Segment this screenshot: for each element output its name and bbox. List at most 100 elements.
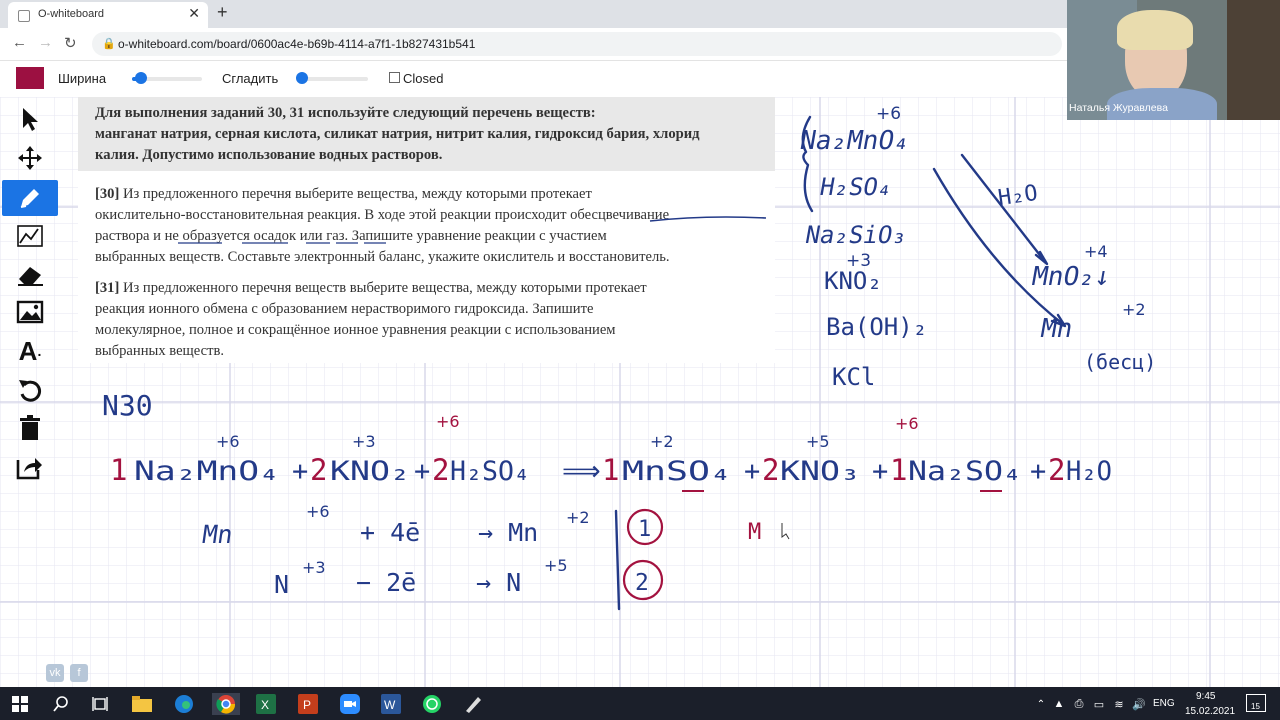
vk-icon[interactable]: vk bbox=[46, 664, 64, 682]
trash-icon[interactable] bbox=[2, 410, 58, 446]
url-text: o-whiteboard.com/board/0600ac4e-b69b-411… bbox=[118, 37, 476, 51]
svg-text:+2: +2 bbox=[566, 508, 590, 527]
search-icon[interactable] bbox=[50, 693, 72, 715]
svg-text:Na₂SiO₃: Na₂SiO₃ bbox=[803, 221, 909, 249]
svg-text:1: 1 bbox=[110, 453, 127, 487]
svg-text:Ba(OH)₂: Ba(OH)₂ bbox=[826, 313, 927, 341]
share-icon[interactable] bbox=[2, 449, 58, 485]
svg-text:M: M bbox=[748, 520, 761, 545]
url-field[interactable]: 🔒 o-whiteboard.com/board/0600ac4e-b69b-4… bbox=[92, 32, 1062, 56]
facebook-icon[interactable]: f bbox=[70, 664, 88, 682]
paint-tool-icon[interactable] bbox=[462, 693, 484, 715]
task-view-icon[interactable] bbox=[89, 693, 111, 715]
whiteboard-canvas[interactable]: Для выполнения заданий 30, 31 используйт… bbox=[0, 97, 1280, 687]
browser-tab[interactable]: O-whiteboard ✕ bbox=[8, 2, 208, 28]
svg-text:+: + bbox=[414, 456, 430, 487]
handwritten-annotations: Na₂MnO₄ +6 H₂SO₄ Na₂SiO₃ +3 KNO₂ Ba(OH)₂… bbox=[102, 104, 1156, 611]
edge-icon[interactable] bbox=[173, 693, 195, 715]
svg-text:+: + bbox=[1030, 456, 1046, 487]
smooth-slider-knob[interactable] bbox=[296, 72, 308, 84]
word-icon[interactable]: W bbox=[380, 693, 402, 715]
forward-icon[interactable]: → bbox=[38, 34, 53, 51]
svg-text:+6: +6 bbox=[876, 104, 901, 124]
smooth-slider[interactable] bbox=[296, 72, 368, 84]
svg-text:P: P bbox=[303, 698, 311, 712]
svg-text:N: N bbox=[274, 570, 289, 599]
chrome-icon[interactable] bbox=[212, 693, 240, 715]
svg-text:H₂O: H₂O bbox=[1066, 456, 1112, 487]
reload-icon[interactable]: ↻ bbox=[64, 34, 77, 52]
pen-icon[interactable] bbox=[2, 180, 58, 216]
svg-text:Mn: Mn bbox=[1038, 314, 1075, 344]
svg-text:+3: +3 bbox=[302, 558, 326, 577]
move-icon[interactable] bbox=[2, 140, 58, 176]
svg-text:MnSO₄: MnSO₄ bbox=[622, 456, 732, 487]
volume-icon[interactable]: 🔊 bbox=[1128, 693, 1150, 715]
zoom-icon[interactable] bbox=[339, 693, 361, 715]
taskbar: X P W ⌃ ▲ ⎙ ▭ ≋ 🔊 bbox=[0, 687, 1280, 720]
svg-text:2: 2 bbox=[635, 570, 649, 596]
task-number-ink: N30 bbox=[102, 389, 153, 422]
svg-text:+3: +3 bbox=[352, 432, 376, 451]
svg-text:1: 1 bbox=[638, 517, 651, 542]
svg-text:⟹: ⟹ bbox=[562, 456, 601, 487]
svg-text:+6: +6 bbox=[216, 432, 240, 451]
google-drive-icon[interactable]: ▲ bbox=[1048, 693, 1070, 715]
svg-text:+ 4ē: + 4ē bbox=[360, 518, 420, 547]
file-explorer-icon[interactable] bbox=[131, 693, 153, 715]
svg-text:→ N: → N bbox=[476, 568, 521, 597]
close-tab-icon[interactable]: ✕ bbox=[188, 5, 200, 22]
svg-text:+5: +5 bbox=[544, 556, 568, 575]
equation-ink: +6 +6 +6 +3 +2 +5 1 Na₂MnO₄ + 2 KNO₂ + 2… bbox=[110, 412, 1112, 492]
width-label: Ширина bbox=[58, 71, 107, 86]
image-icon[interactable] bbox=[2, 294, 58, 330]
svg-text:H₂SO₄: H₂SO₄ bbox=[450, 456, 530, 487]
svg-text:+: + bbox=[292, 456, 308, 487]
closed-label: Closed bbox=[403, 71, 444, 86]
svg-text:2: 2 bbox=[310, 453, 327, 487]
text-icon[interactable]: A. bbox=[2, 333, 58, 369]
closed-checkbox[interactable] bbox=[389, 72, 400, 83]
eraser-icon[interactable] bbox=[2, 256, 58, 292]
clock-date[interactable]: 15.02.2021 bbox=[1185, 706, 1235, 717]
width-slider-knob[interactable] bbox=[135, 72, 147, 84]
color-picker[interactable] bbox=[16, 67, 44, 89]
pointer-icon[interactable] bbox=[2, 101, 58, 137]
undo-icon[interactable] bbox=[2, 372, 58, 408]
svg-text:+4: +4 bbox=[1084, 242, 1108, 261]
svg-text:KNO₃: KNO₃ bbox=[780, 456, 860, 487]
wifi-icon[interactable]: ≋ bbox=[1108, 693, 1130, 715]
svg-text:1: 1 bbox=[890, 453, 907, 487]
back-icon[interactable]: ← bbox=[12, 34, 27, 51]
svg-text:MnO₂↓: MnO₂↓ bbox=[1030, 262, 1113, 292]
svg-text:2: 2 bbox=[1048, 453, 1065, 487]
svg-text:+2: +2 bbox=[1122, 300, 1146, 319]
excel-icon[interactable]: X bbox=[255, 693, 277, 715]
svg-text:W: W bbox=[384, 698, 396, 712]
tool-palette: A. bbox=[0, 97, 60, 497]
svg-text:+6: +6 bbox=[436, 412, 460, 431]
svg-text:1: 1 bbox=[602, 453, 619, 487]
webcam-name: Наталья Журавлева bbox=[1069, 102, 1168, 114]
powerpoint-icon[interactable]: P bbox=[297, 693, 319, 715]
svg-text:+: + bbox=[872, 456, 888, 487]
notifications-icon[interactable]: 15 bbox=[1246, 694, 1266, 712]
clock-time[interactable]: 9:45 bbox=[1196, 691, 1215, 702]
width-slider[interactable] bbox=[132, 72, 202, 84]
shape-icon[interactable] bbox=[2, 218, 58, 254]
battery-icon[interactable]: ▭ bbox=[1088, 693, 1110, 715]
svg-text:KNO₂: KNO₂ bbox=[824, 267, 882, 295]
svg-text:→ Mn: → Mn bbox=[478, 518, 538, 547]
whatsapp-icon[interactable] bbox=[421, 693, 443, 715]
language-indicator[interactable]: ENG bbox=[1153, 698, 1175, 709]
windows-start-icon[interactable] bbox=[9, 693, 31, 715]
tray-device-icon[interactable]: ⎙ bbox=[1068, 693, 1090, 715]
svg-text:+5: +5 bbox=[806, 432, 830, 451]
svg-text:Mn: Mn bbox=[200, 520, 234, 549]
new-tab-icon[interactable]: + bbox=[217, 2, 228, 23]
lock-icon: 🔒 bbox=[102, 38, 116, 50]
svg-text:Na₂MnO₄: Na₂MnO₄ bbox=[798, 126, 913, 156]
svg-text:(бесц): (бесц) bbox=[1084, 350, 1156, 374]
svg-text:KNO₂: KNO₂ bbox=[330, 456, 410, 487]
svg-text:Na₂SO₄: Na₂SO₄ bbox=[908, 456, 1022, 487]
